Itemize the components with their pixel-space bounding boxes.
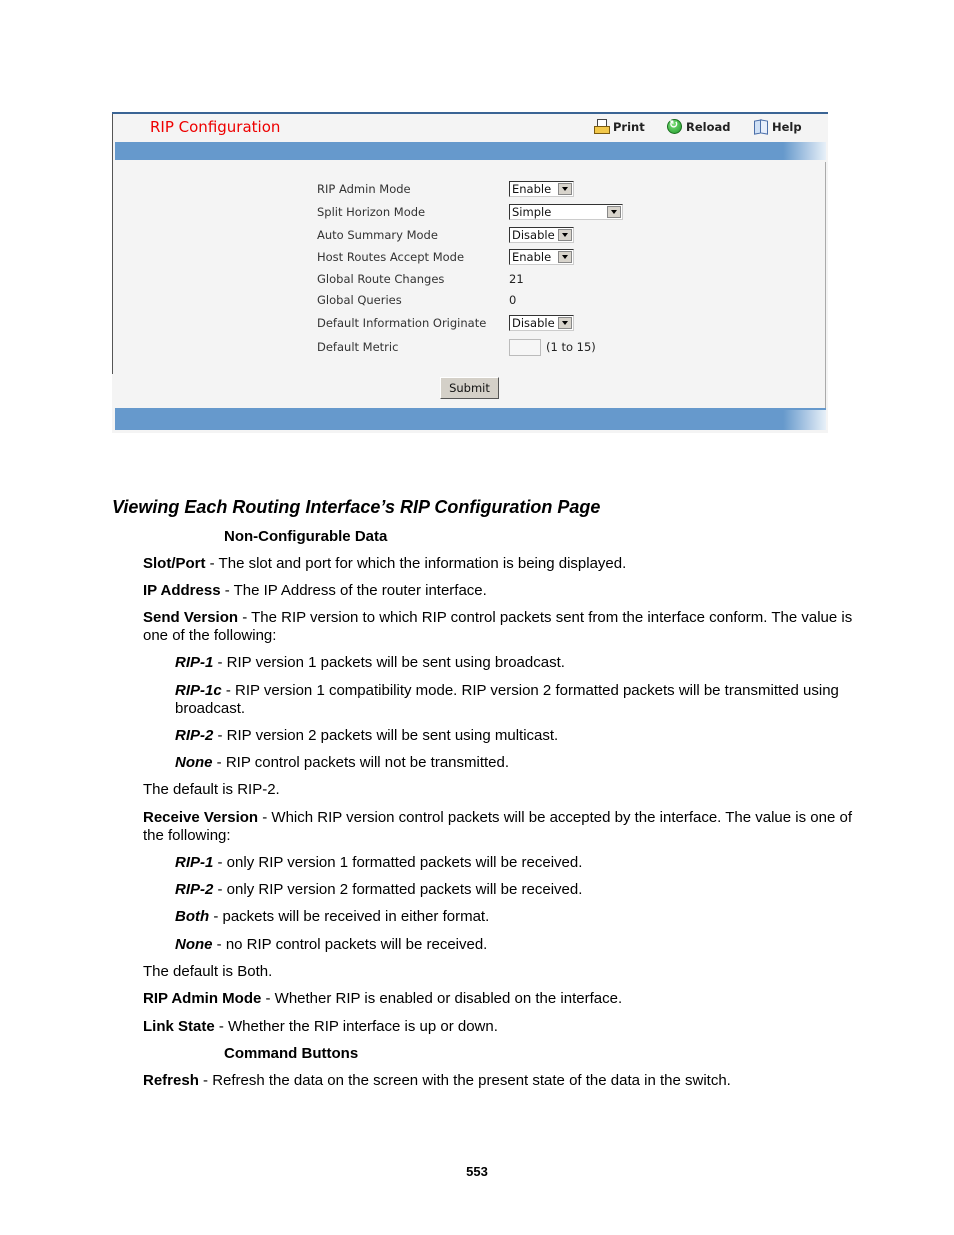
non-configurable-data-heading: Non-Configurable Data xyxy=(224,528,388,545)
host-routes-accept-mode-row: Host Routes Accept Mode Enable xyxy=(317,247,574,267)
link-state-description: Link State - Whether the RIP interface i… xyxy=(143,1018,498,1035)
panel-top-border xyxy=(112,112,828,114)
rip-admin-mode-description: RIP Admin Mode - Whether RIP is enabled … xyxy=(143,990,623,1007)
submit-button[interactable]: Submit xyxy=(440,377,499,399)
slot-port-description: Slot/Port - The slot and port for which … xyxy=(143,555,627,572)
page-title: RIP Configuration xyxy=(150,118,281,136)
global-queries-row: Global Queries 0 xyxy=(317,290,516,310)
send-option-rip-1c: RIP-1c - RIP version 1 compatibility mod… xyxy=(175,682,839,717)
command-buttons-heading: Command Buttons xyxy=(224,1045,359,1062)
header-bar xyxy=(115,142,826,160)
default-metric-label: Default Metric xyxy=(317,340,399,354)
help-label: Help xyxy=(772,119,802,134)
receive-option-none: None - no RIP control packets will be re… xyxy=(175,936,488,953)
send-option-none: None - RIP control packets will not be t… xyxy=(175,754,510,771)
reload-button[interactable]: Reload xyxy=(667,118,731,134)
rip-admin-mode-row: RIP Admin Mode Enable xyxy=(317,179,574,199)
print-icon xyxy=(594,119,610,134)
global-queries-label: Global Queries xyxy=(317,293,402,307)
auto-summary-mode-row: Auto Summary Mode Disable xyxy=(317,225,574,245)
chevron-down-icon xyxy=(558,229,572,241)
split-horizon-mode-row: Split Horizon Mode Simple xyxy=(317,202,623,222)
receive-version-description: Receive Version - Which RIP version cont… xyxy=(143,809,852,844)
footer-bar xyxy=(115,408,826,430)
default-information-originate-select[interactable]: Disable xyxy=(509,315,574,331)
receive-option-rip-1: RIP-1 - only RIP version 1 formatted pac… xyxy=(175,854,583,871)
ip-address-description: IP Address - The IP Address of the route… xyxy=(143,582,487,599)
chevron-down-icon xyxy=(558,183,572,195)
help-book-icon xyxy=(753,119,768,135)
default-information-originate-row: Default Information Originate Disable xyxy=(317,313,574,333)
host-routes-accept-mode-label: Host Routes Accept Mode xyxy=(317,250,465,264)
print-button[interactable]: Print xyxy=(594,119,645,134)
auto-summary-mode-select[interactable]: Disable xyxy=(509,227,574,243)
chevron-down-icon xyxy=(607,206,621,218)
send-option-rip-2: RIP-2 - RIP version 2 packets will be se… xyxy=(175,727,559,744)
default-metric-row: Default Metric (1 to 15) xyxy=(317,337,596,357)
chevron-down-icon xyxy=(558,251,572,263)
default-information-originate-label: Default Information Originate xyxy=(317,316,487,330)
split-horizon-mode-select[interactable]: Simple xyxy=(509,204,623,220)
chevron-down-icon xyxy=(558,317,572,329)
global-route-changes-row: Global Route Changes 21 xyxy=(317,269,524,289)
rip-admin-mode-label: RIP Admin Mode xyxy=(317,182,411,196)
default-metric-range-hint: (1 to 15) xyxy=(546,340,596,354)
refresh-description: Refresh - Refresh the data on the screen… xyxy=(143,1072,731,1089)
split-horizon-mode-label: Split Horizon Mode xyxy=(317,205,426,219)
global-queries-value: 0 xyxy=(509,293,517,307)
print-label: Print xyxy=(613,119,645,134)
auto-summary-mode-label: Auto Summary Mode xyxy=(317,228,438,242)
default-metric-input[interactable] xyxy=(509,338,541,356)
reload-label: Reload xyxy=(686,119,731,134)
send-version-description: Send Version - The RIP version to which … xyxy=(143,609,853,644)
rip-admin-mode-select[interactable]: Enable xyxy=(509,181,574,197)
page-number: 553 xyxy=(466,1164,488,1179)
global-route-changes-value: 21 xyxy=(509,272,524,286)
send-version-default: The default is RIP-2. xyxy=(143,781,280,798)
receive-option-rip-2: RIP-2 - only RIP version 2 formatted pac… xyxy=(175,881,583,898)
section-heading: Viewing Each Routing Interface’s RIP Con… xyxy=(112,497,601,517)
receive-option-both: Both - packets will be received in eithe… xyxy=(175,908,490,925)
send-option-rip-1: RIP-1 - RIP version 1 packets will be se… xyxy=(175,654,565,671)
reload-icon xyxy=(667,118,682,134)
receive-version-default: The default is Both. xyxy=(143,963,273,980)
rip-configuration-screenshot: RIP Configuration Print Reload Help RIP … xyxy=(112,112,828,433)
host-routes-accept-mode-select[interactable]: Enable xyxy=(509,249,574,265)
global-route-changes-label: Global Route Changes xyxy=(317,272,445,286)
panel-right-border xyxy=(825,162,826,412)
help-button[interactable]: Help xyxy=(753,119,802,135)
